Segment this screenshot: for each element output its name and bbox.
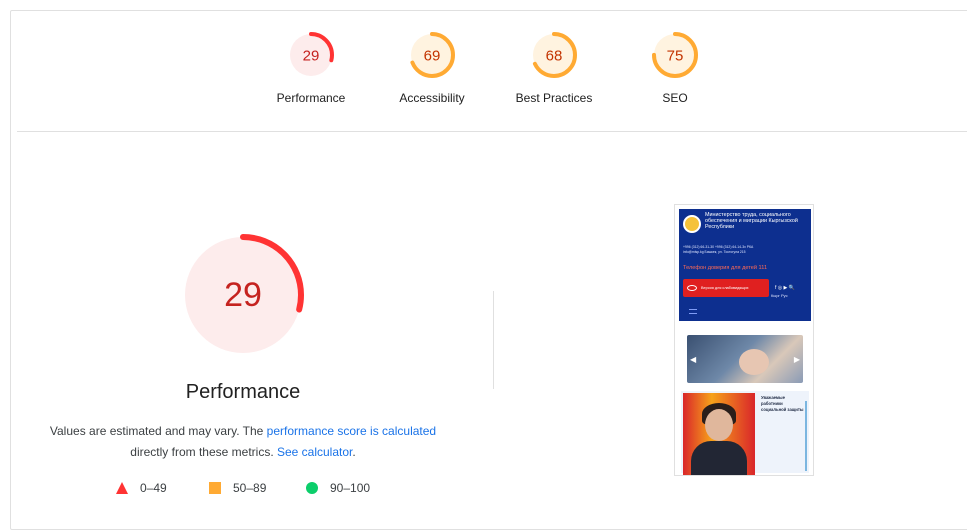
news-text: Уважаемые работники социальной защиты — [761, 395, 804, 412]
desc-suffix: . — [352, 445, 356, 459]
gauge-performance-ring: 29 — [288, 32, 334, 78]
gauge-accessibility[interactable]: 69 Accessibility — [372, 31, 492, 105]
legend-pass: 90–100 — [306, 481, 370, 495]
site-hotline: Телефон доверия для детей 111 — [683, 265, 768, 271]
gauge-seo-label: SEO — [662, 91, 688, 105]
score-legend: 0–49 50–89 90–100 — [116, 481, 416, 501]
news-scroll-bar — [805, 401, 807, 471]
top-bar — [0, 0, 967, 10]
eye-icon — [687, 285, 697, 291]
site-contacts-line-2: info@mlsp.kg Бишкек, ул. Токтогула 215 — [683, 250, 746, 254]
legend-average: 50–89 — [209, 481, 266, 495]
legend-fail-range: 0–49 — [140, 481, 167, 495]
gauge-performance-label: Performance — [276, 91, 346, 105]
performance-main-score: 29 — [224, 276, 262, 314]
gauge-seo-ring: 75 — [652, 32, 698, 78]
banner-next-icon: ▶ — [793, 355, 800, 364]
banner-image — [739, 349, 769, 375]
gauge-accessibility-ring: 69 — [409, 32, 455, 78]
legend-fail: 0–49 — [116, 481, 167, 495]
summary-divider — [17, 131, 967, 132]
see-calculator-link[interactable]: See calculator — [277, 445, 352, 459]
legend-average-range: 50–89 — [233, 481, 267, 495]
score-calculated-link[interactable]: performance score is calculated — [267, 424, 436, 438]
site-lang: Кырг Рус — [771, 293, 788, 298]
gauge-performance-score: 29 — [303, 48, 320, 65]
site-menu-icon — [689, 309, 697, 314]
gauge-accessibility-label: Accessibility — [399, 91, 465, 105]
lighthouse-report-card: 29 Performance 69 Accessibility 68 Best … — [10, 10, 967, 530]
gauge-seo-score: 75 — [667, 48, 684, 65]
site-emblem-icon — [683, 215, 701, 233]
square-icon — [209, 482, 221, 494]
site-social-icons: f ◎ ▶ 🔍 — [775, 285, 795, 291]
site-news-card: Уважаемые работники социальной защиты — [681, 391, 809, 475]
site-banner: ◀ ▶ — [687, 335, 803, 383]
triangle-icon — [116, 482, 128, 494]
performance-main-title: Performance — [185, 381, 301, 403]
category-summary: 29 Performance 69 Accessibility 68 Best … — [11, 11, 967, 131]
gauge-best-practices[interactable]: 68 Best Practices — [494, 31, 614, 105]
vertical-divider — [493, 291, 494, 389]
gauge-performance[interactable]: 29 Performance — [251, 31, 371, 105]
gauge-best-practices-ring: 68 — [531, 32, 577, 78]
desc-mid: directly from these metrics. — [130, 445, 277, 459]
gauge-accessibility-score: 69 — [424, 48, 441, 65]
site-blind-version-label: Версия для слабовидящих — [701, 286, 749, 290]
site-title: Министерство труда, социального обеспече… — [705, 212, 798, 230]
performance-main-gauge: 29 — [182, 234, 304, 356]
gauge-best-practices-score: 68 — [546, 48, 563, 65]
desc-prefix: Values are estimated and may vary. The — [49, 424, 267, 438]
site-header: Министерство труда, социального обеспече… — [679, 209, 811, 321]
site-contacts: +996 (312) 66-31-30 +996 (312) 64-14-3x … — [683, 245, 807, 255]
legend-pass-range: 90–100 — [330, 481, 371, 495]
performance-description: Values are estimated and may vary. The p… — [31, 421, 455, 463]
site-blind-version-button: Версия для слабовидящих — [683, 279, 769, 297]
gauge-best-practices-label: Best Practices — [515, 91, 593, 105]
banner-prev-icon: ◀ — [690, 355, 697, 364]
news-photo — [683, 393, 755, 475]
circle-icon — [306, 482, 318, 494]
final-screenshot-thumbnail[interactable]: Министерство труда, социального обеспече… — [674, 204, 814, 476]
gauge-seo[interactable]: 75 SEO — [615, 31, 735, 105]
